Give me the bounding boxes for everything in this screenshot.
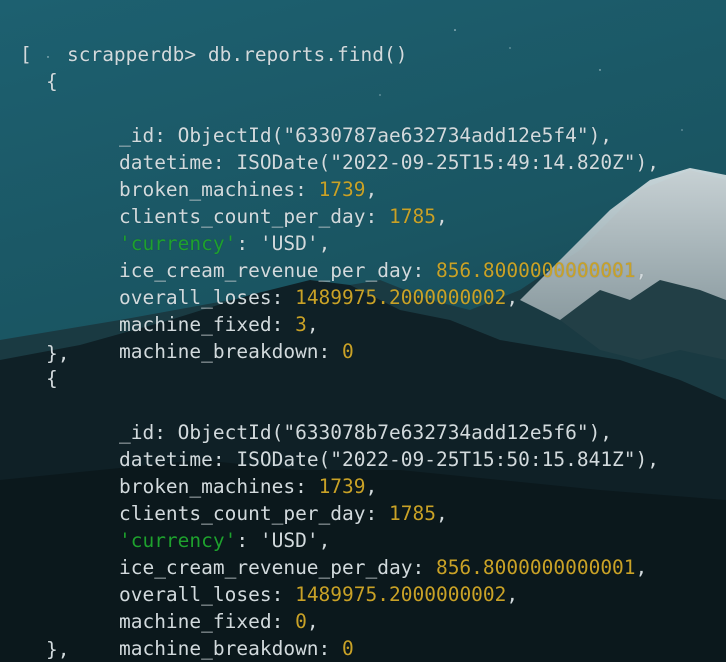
field-clients-count: clients_count_per_day: 1785, (72, 473, 448, 525)
field-number-value: 0 (342, 340, 354, 363)
field-key: machine_breakdown: (118, 637, 343, 660)
field-revenue: ice_cream_revenue_per_day: 856.800000000… (72, 527, 647, 579)
field-datetime: datetime: ISODate("2022-09-25T15:49:14.8… (72, 122, 659, 174)
field-id: _id: ObjectId("633078b7e632734add12e5f6"… (72, 392, 612, 444)
field-number-value: 1489975.2000000002 (295, 583, 507, 606)
field-machine-fixed: machine_fixed: 0, (72, 581, 319, 633)
record-open-brace: { (46, 70, 58, 93)
field-currency: 'currency': 'USD', (72, 203, 330, 255)
field-broken-machines: broken_machines: 1739, (72, 149, 377, 201)
field-currency: 'currency': 'USD', (72, 500, 330, 552)
comma: , (506, 286, 519, 309)
field-machine-fixed: machine_fixed: 3, (72, 284, 319, 336)
field-overall-loses: overall_loses: 1489975.2000000002, (72, 554, 518, 606)
field-revenue: ice_cream_revenue_per_day: 856.800000000… (72, 230, 647, 282)
shell-prompt: scrapperdb> (66, 43, 208, 66)
field-datetime: datetime: ISODate("2022-09-25T15:50:15.8… (72, 419, 659, 471)
comma: , (435, 205, 448, 228)
comma: , (506, 583, 519, 606)
field-clients-count: clients_count_per_day: 1785, (72, 176, 448, 228)
array-open-bracket: [ (20, 43, 32, 66)
field-machine-breakdown: machine_breakdown: 0 (72, 311, 354, 363)
command-line: scrapperdb> db.reports.find() (20, 14, 407, 66)
field-number-value: 0 (342, 637, 354, 660)
field-number-value: 1785 (389, 502, 436, 525)
field-machine-breakdown: machine_breakdown: 0 (72, 608, 354, 660)
comma: , (435, 502, 448, 525)
record-close-brace: }, (46, 342, 70, 365)
field-broken-machines: broken_machines: 1739, (72, 446, 377, 498)
record-open-brace: { (46, 367, 58, 390)
field-overall-loses: overall_loses: 1489975.2000000002, (72, 257, 518, 309)
comma: , (635, 556, 648, 579)
field-key: machine_breakdown: (118, 340, 343, 363)
comma: , (635, 259, 648, 282)
command-text: db.reports.find() (207, 43, 408, 66)
terminal-output[interactable]: scrapperdb> db.reports.find() [ { _id: O… (0, 0, 726, 662)
field-number-value: 1785 (389, 205, 436, 228)
field-id: _id: ObjectId("6330787ae632734add12e5f4"… (72, 95, 612, 147)
record-close-brace: }, (46, 638, 70, 661)
field-number-value: 1489975.2000000002 (295, 286, 507, 309)
